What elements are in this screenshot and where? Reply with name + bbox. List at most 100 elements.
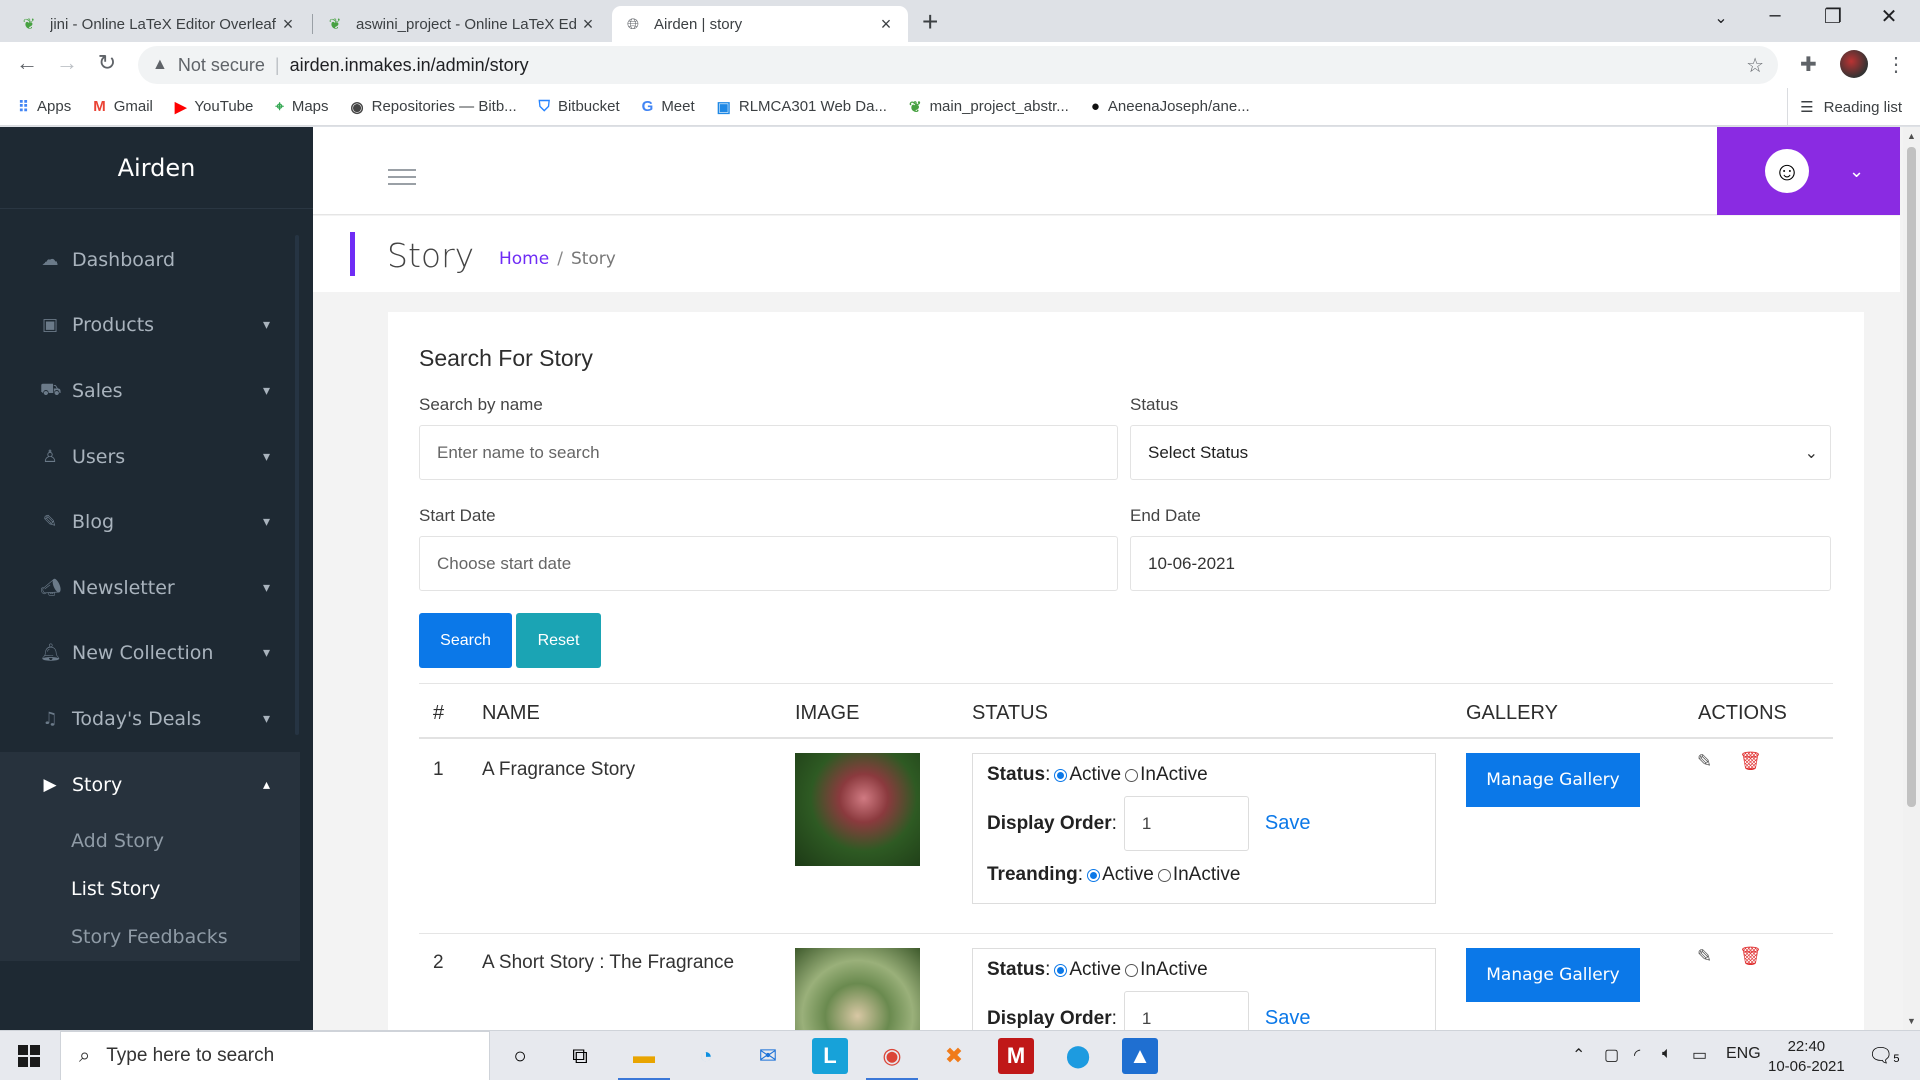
sidebar-subitem-story-feedbacks[interactable]: Story Feedbacks <box>0 913 300 961</box>
edit-icon[interactable]: ✎ <box>1697 751 1712 772</box>
minimize-button[interactable]: – <box>1752 4 1798 27</box>
end-date-input[interactable]: 10-06-2021 <box>1130 536 1831 591</box>
bookmark-gmail[interactable]: M Gmail <box>93 98 153 115</box>
sidebar-item-products[interactable]: ▣ Products ▾ <box>0 293 300 359</box>
save-order-link[interactable]: Save <box>1265 1007 1311 1030</box>
bookmark-repositories[interactable]: ◉ Repositories — Bitb... <box>351 98 517 116</box>
bookmark-youtube[interactable]: ▶ YouTube <box>175 98 254 116</box>
sidebar-item-todays-deals[interactable]: ♫ Today's Deals ▾ <box>0 686 300 752</box>
battery-icon[interactable]: ▭ <box>1692 1045 1707 1065</box>
browser-tab-2[interactable]: ❦ aswini_project - Online LaTeX Editor × <box>314 6 610 42</box>
browser-tab-1[interactable]: ❦ jini - Online LaTeX Editor Overleaf × <box>8 6 310 42</box>
forward-arrow-icon[interactable]: → <box>52 50 82 76</box>
tray-chevron-up-icon[interactable]: ⌃ <box>1572 1045 1585 1065</box>
new-tab-button[interactable]: + <box>922 6 938 38</box>
user-avatar: ☺ <box>1765 149 1809 193</box>
tab-search-icon[interactable]: ⌄ <box>1698 8 1744 28</box>
display-order-input[interactable]: 1 <box>1123 991 1249 1030</box>
device-icon[interactable]: ▢ <box>1604 1045 1619 1065</box>
hamburger-menu-icon[interactable] <box>388 169 416 190</box>
back-arrow-icon[interactable]: ← <box>12 50 42 76</box>
save-order-link[interactable]: Save <box>1265 812 1311 835</box>
scrollbar-thumb[interactable] <box>1907 147 1916 807</box>
file-explorer-icon[interactable]: ▬ <box>618 1038 670 1080</box>
status-select[interactable]: Select Status ⌄ <box>1130 425 1831 480</box>
scroll-down-arrow-icon[interactable]: ▼ <box>1907 1016 1916 1026</box>
status-active-radio[interactable] <box>1054 768 1068 782</box>
col-header-name[interactable]: NAME <box>482 702 540 725</box>
sidebar-subitem-add-story[interactable]: Add Story <box>0 817 300 865</box>
docker-icon[interactable]: ⬤ <box>1060 1038 1096 1074</box>
delete-trash-icon[interactable]: 🗑︎ <box>1739 751 1762 772</box>
close-window-button[interactable]: ✕ <box>1866 4 1912 29</box>
sidebar-subitem-list-story[interactable]: List Story <box>0 865 300 913</box>
sidebar-item-sales[interactable]: ⛟ Sales ▾ <box>0 358 300 424</box>
status-inactive-radio[interactable] <box>1125 963 1139 977</box>
status-inactive-radio[interactable] <box>1125 768 1139 782</box>
clock-time: 22:40 <box>1787 1038 1826 1055</box>
bookmark-star-icon[interactable]: ☆ <box>1746 53 1764 78</box>
sidebar-item-new-collection[interactable]: 🔔︎ New Collection ▾ <box>0 621 300 687</box>
close-tab-icon[interactable]: × <box>278 14 298 35</box>
reset-button[interactable]: Reset <box>516 613 601 668</box>
close-tab-icon[interactable]: × <box>578 14 598 35</box>
sidebar-item-dashboard[interactable]: ☁ Dashboard <box>0 227 300 293</box>
sidebar-item-blog[interactable]: ✎ Blog ▾ <box>0 489 300 555</box>
maximize-button[interactable]: ❐ <box>1810 4 1856 29</box>
chrome-icon[interactable]: ◉ <box>866 1038 918 1080</box>
edge-browser-icon[interactable]: ◔ <box>688 1038 724 1074</box>
manage-gallery-button[interactable]: Manage Gallery <box>1466 948 1640 1002</box>
search-icon: ⌕ <box>79 1044 91 1067</box>
address-bar[interactable]: ▲ Not secure | airden.inmakes.in/admin/s… <box>138 46 1778 84</box>
col-header-status: STATUS <box>972 702 1048 724</box>
search-name-input[interactable]: Enter name to search <box>419 425 1118 480</box>
mail-icon[interactable]: ✉ <box>750 1038 786 1074</box>
browser-tab-3-active[interactable]: 🌐︎ Airden | story × <box>612 6 908 42</box>
breadcrumb-home-link[interactable]: Home <box>499 249 549 269</box>
notification-center-icon[interactable]: 🗨︎5 <box>1868 1043 1900 1068</box>
bookmark-github[interactable]: ● AneenaJoseph/ane... <box>1091 98 1250 115</box>
user-menu[interactable]: ☺ ⌄ <box>1717 127 1900 215</box>
extensions-puzzle-icon[interactable]: ✚ <box>1800 52 1817 77</box>
mcafee-icon[interactable]: M <box>998 1038 1034 1074</box>
trending-inactive-radio[interactable] <box>1157 868 1171 882</box>
cortana-circle-icon[interactable]: ○ <box>502 1038 538 1074</box>
trending-active-radio[interactable] <box>1087 868 1101 882</box>
bookmark-apps[interactable]: ⠿ Apps <box>18 98 71 116</box>
display-order-input[interactable]: 1 <box>1123 796 1249 851</box>
language-indicator[interactable]: ENG <box>1726 1045 1761 1063</box>
volume-icon[interactable]: 🔈︎ <box>1662 1045 1672 1063</box>
bookmark-bitbucket[interactable]: ⛉ Bitbucket <box>539 98 620 115</box>
windows-start-icon[interactable] <box>18 1045 40 1067</box>
sidebar-item-story[interactable]: ▶ Story ▴ <box>0 751 300 818</box>
task-view-icon[interactable]: ⧉ <box>562 1038 598 1074</box>
reading-list-button[interactable]: ☰ Reading list <box>1787 88 1902 126</box>
status-active-radio[interactable] <box>1054 963 1068 977</box>
bookmark-rlmca[interactable]: ▣ RLMCA301 Web Da... <box>717 98 887 116</box>
profile-avatar[interactable] <box>1840 50 1868 78</box>
taskbar-clock[interactable]: 22:40 10-06-2021 <box>1768 1037 1845 1077</box>
bookmark-meet[interactable]: G Meet <box>642 98 695 115</box>
sidebar-item-users[interactable]: ♙ Users ▾ <box>0 424 300 490</box>
edit-icon[interactable]: ✎ <box>1697 946 1712 967</box>
wifi-icon[interactable]: ◜ <box>1634 1045 1640 1065</box>
bookmark-maps[interactable]: ⌖ Maps <box>275 98 328 115</box>
chevron-down-icon: ▾ <box>262 382 270 399</box>
page-scrollbar[interactable]: ▲ ▼ <box>1903 127 1920 1030</box>
sidebar-item-newsletter[interactable]: 📣︎ Newsletter ▾ <box>0 555 300 621</box>
brand-logo[interactable]: Airden <box>0 127 313 209</box>
xampp-icon[interactable]: ✖ <box>936 1038 972 1074</box>
cloud-icon: ☁ <box>41 249 59 270</box>
close-tab-icon[interactable]: × <box>876 14 896 35</box>
chrome-menu-icon[interactable]: ⋮ <box>1886 52 1906 77</box>
l-app-icon[interactable]: L <box>812 1038 848 1074</box>
start-date-input[interactable]: Choose start date <box>419 536 1118 591</box>
bookmark-main-project[interactable]: ❦ main_project_abstr... <box>909 98 1069 116</box>
manage-gallery-button[interactable]: Manage Gallery <box>1466 753 1640 807</box>
taskbar-search-box[interactable]: ⌕ Type here to search <box>60 1031 490 1080</box>
delete-trash-icon[interactable]: 🗑︎ <box>1739 946 1762 967</box>
photos-icon[interactable]: ▲ <box>1122 1038 1158 1074</box>
scroll-up-arrow-icon[interactable]: ▲ <box>1907 131 1916 141</box>
reload-icon[interactable]: ↻ <box>92 50 122 76</box>
search-button[interactable]: Search <box>419 613 512 668</box>
